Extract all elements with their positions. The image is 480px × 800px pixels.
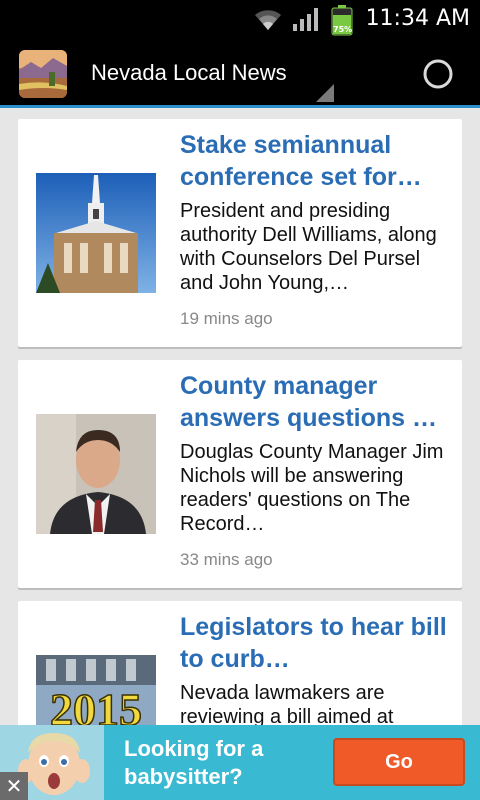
article-title[interactable]: County manager answers questions … (180, 370, 450, 434)
article-summary: President and presiding authority Dell W… (180, 200, 437, 294)
article-card[interactable]: 2015 Legislators to hear bill to curb… N… (18, 601, 462, 725)
svg-text:2015: 2015 (50, 684, 142, 725)
action-bar: Nevada Local News (0, 38, 480, 108)
ad-go-button[interactable]: Go (333, 738, 465, 786)
article-thumbnail[interactable]: 2015 (36, 655, 156, 725)
article-card[interactable]: Stake semiannual conference set for… Pre… (18, 119, 462, 347)
wifi-icon (255, 10, 281, 30)
article-thumbnail[interactable] (36, 173, 156, 293)
article-title[interactable]: Legislators to hear bill to curb… (180, 611, 450, 675)
ad-child-photo[interactable]: ✕ (0, 725, 104, 800)
ad-close-button[interactable]: ✕ (0, 772, 28, 800)
article-title[interactable]: Stake semiannual conference set for… (180, 129, 450, 193)
battery-percent-label: 75% (333, 25, 353, 34)
refresh-icon[interactable] (422, 58, 454, 90)
ad-banner[interactable]: ✕ Looking for a babysitter? Go (0, 725, 480, 800)
article-card[interactable]: County manager answers questions … Dougl… (18, 360, 462, 588)
article-timestamp: 33 mins ago (180, 550, 273, 569)
article-summary: Douglas County Manager Jim Nichols will … (180, 441, 444, 535)
status-bar: 75% 11:34 AM (0, 0, 480, 38)
article-thumbnail[interactable] (36, 414, 156, 534)
article-summary: Nevada lawmakers are reviewing a bill ai… (180, 682, 394, 725)
clock: 11:34 AM (365, 6, 470, 31)
article-timestamp: 19 mins ago (180, 309, 273, 328)
article-list[interactable]: Stake semiannual conference set for… Pre… (0, 108, 480, 725)
app-icon[interactable] (19, 50, 67, 98)
signal-icon (293, 8, 318, 31)
dropdown-indicator-icon[interactable] (316, 84, 334, 102)
app-title[interactable]: Nevada Local News (91, 60, 287, 86)
ad-headline[interactable]: Looking for a babysitter? (124, 735, 324, 791)
